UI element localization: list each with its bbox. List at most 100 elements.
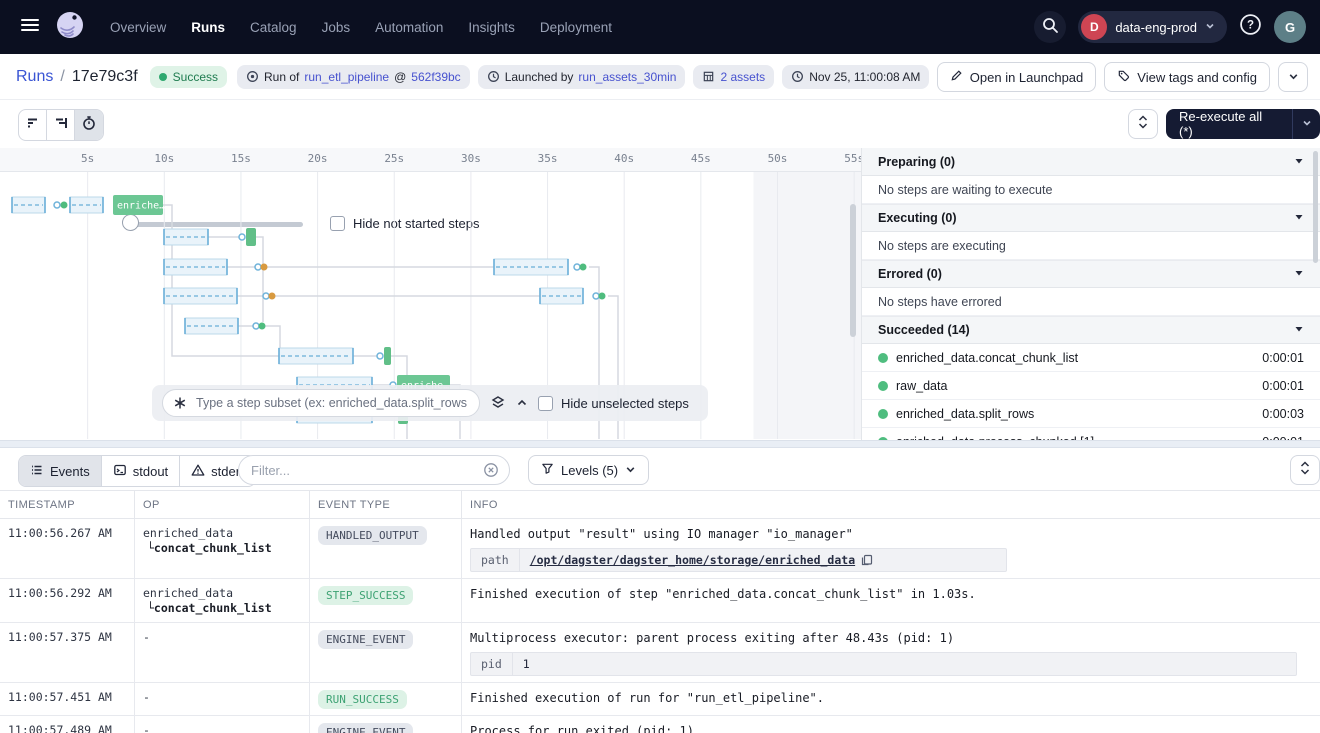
svg-text:enriche…: enriche… (117, 201, 165, 212)
collapse-section-icon[interactable] (1294, 153, 1304, 171)
dagster-logo[interactable] (52, 9, 88, 45)
axis-tick-label: 35s (534, 152, 562, 165)
tag-link[interactable]: 562f39bc (411, 70, 460, 84)
launched-by-tag[interactable]: Launched by run_assets_30min (478, 65, 686, 89)
event-metadata-box: path/opt/dagster/dagster_home/storage/en… (470, 548, 1007, 572)
log-tabs: Eventsstdoutstderr (18, 455, 256, 487)
reexecute-options-button[interactable] (1292, 109, 1320, 139)
run-id: 17e79c3f (72, 68, 138, 86)
hamburger-menu-icon[interactable] (16, 13, 44, 41)
step-duration: 0:00:03 (1262, 407, 1304, 421)
panel-section-header[interactable]: Errored (0) (862, 260, 1320, 288)
copy-icon[interactable] (861, 554, 873, 566)
view-tags-config-button[interactable]: View tags and config (1104, 62, 1270, 92)
gantt-chart[interactable]: enriche…enriche… Hide unselected steps (0, 172, 861, 439)
help-button[interactable]: ? (1239, 13, 1262, 41)
panel-scrollbar[interactable] (1313, 151, 1318, 263)
more-run-actions-button[interactable] (1278, 62, 1308, 92)
event-timestamp: 11:00:57.375 AM (0, 623, 135, 682)
top-nav: Overview Runs Catalog Jobs Automation Insight… (0, 0, 1320, 54)
panel-section-header[interactable]: Preparing (0) (862, 148, 1320, 176)
succeeded-step-row[interactable]: enriched_data.process_chunked [1]0:00:01 (862, 428, 1320, 440)
hide-unselected-checkbox[interactable] (538, 396, 553, 411)
open-in-launchpad-button[interactable]: Open in Launchpad (937, 62, 1096, 92)
clock-icon (791, 70, 804, 83)
nav-item-catalog[interactable]: Catalog (250, 20, 297, 35)
search-button[interactable] (1034, 11, 1066, 43)
metadata-link[interactable]: /opt/dagster/dagster_home/storage/enrich… (530, 553, 855, 567)
event-timestamp: 11:00:57.489 AM (0, 716, 135, 733)
collapse-section-icon[interactable] (1294, 321, 1304, 339)
reexecute-all-label: Re-execute all (*) (1166, 109, 1292, 139)
tab-events[interactable]: Events (19, 456, 102, 486)
tag-link[interactable]: run_etl_pipeline (304, 70, 389, 84)
view-waterfall-button[interactable] (47, 110, 75, 140)
tag-link[interactable]: 2 assets (720, 70, 765, 84)
collapse-section-icon[interactable] (1294, 209, 1304, 227)
log-filter-input[interactable] (249, 462, 483, 479)
metadata-key: path (471, 549, 520, 571)
event-timestamp: 11:00:56.267 AM (0, 519, 135, 578)
collapse-overlay-button[interactable] (516, 397, 528, 409)
nav-item-automation[interactable]: Automation (375, 20, 443, 35)
reexecute-all-button[interactable]: Re-execute all (*) (1166, 109, 1320, 139)
nav-item-runs[interactable]: Runs (191, 20, 225, 35)
clear-filter-button[interactable] (483, 462, 499, 478)
workspace-switcher[interactable]: D data-eng-prod (1078, 11, 1227, 43)
event-log-row[interactable]: 11:00:57.489 AM-ENGINE_EVENTProcess for … (0, 716, 1320, 733)
col-event-type[interactable]: EVENT TYPE (310, 491, 462, 518)
panel-section-header[interactable]: Succeeded (14) (862, 316, 1320, 344)
chevron-down-icon (1205, 18, 1215, 36)
col-timestamp[interactable]: TIMESTAMP (0, 491, 135, 518)
collapse-section-icon[interactable] (1294, 265, 1304, 283)
events-expand-button[interactable] (1290, 455, 1320, 485)
succeeded-step-row[interactable]: enriched_data.concat_chunk_list0:00:01 (862, 344, 1320, 372)
breadcrumb-runs-link[interactable]: Runs (16, 68, 53, 86)
user-avatar[interactable]: G (1274, 11, 1306, 43)
axis-tick-label: 30s (457, 152, 485, 165)
event-log-row[interactable]: 11:00:56.292 AMenriched_data└concat_chun… (0, 579, 1320, 623)
tab-stdout[interactable]: stdout (102, 456, 180, 486)
event-info-text: Finished execution of step "enriched_dat… (470, 586, 1312, 602)
step-subset-input[interactable] (194, 395, 469, 411)
col-info[interactable]: INFO (462, 491, 1320, 518)
nav-item-overview[interactable]: Overview (110, 20, 166, 35)
started-at-tag[interactable]: Nov 25, 11:00:08 AM (782, 65, 929, 89)
event-op: enriched_data└concat_chunk_list (135, 519, 310, 578)
panel-section-header[interactable]: Executing (0) (862, 204, 1320, 232)
assets-tag[interactable]: 2 assets (693, 65, 774, 89)
view-flat-button[interactable] (19, 110, 47, 140)
gantt-pane: 5s10s15s20s25s30s35s40s45s50s55s enriche… (0, 148, 862, 440)
nav-right-cluster: D data-eng-prod ? G (1034, 0, 1306, 54)
col-op[interactable]: OP (135, 491, 310, 518)
gantt-expand-button[interactable] (1128, 109, 1158, 139)
panel-empty-message: No steps have errored (862, 288, 1320, 316)
gantt-scrollbar[interactable] (850, 204, 856, 337)
pane-splitter[interactable] (0, 440, 1320, 448)
nav-item-jobs[interactable]: Jobs (322, 20, 351, 35)
event-type-badge: STEP_SUCCESS (318, 586, 413, 605)
succeeded-step-row[interactable]: raw_data0:00:01 (862, 372, 1320, 400)
levels-dropdown[interactable]: Levels (5) (528, 455, 649, 485)
run-of-tag[interactable]: Run of run_etl_pipeline @ 562f39bc (237, 65, 470, 89)
workspace-name: data-eng-prod (1115, 20, 1197, 35)
event-log-row[interactable]: 11:00:56.267 AMenriched_data└concat_chun… (0, 519, 1320, 579)
event-type-badge: HANDLED_OUTPUT (318, 526, 427, 545)
layers-button[interactable] (490, 395, 506, 411)
gantt-time-axis: 5s10s15s20s25s30s35s40s45s50s55s (0, 148, 861, 172)
grid-icon (702, 70, 715, 83)
clock-icon (487, 70, 500, 83)
tag-text: Run of (264, 70, 299, 84)
nav-item-insights[interactable]: Insights (468, 20, 515, 35)
terminal-icon (113, 463, 127, 480)
event-log-row[interactable]: 11:00:57.375 AM-ENGINE_EVENTMultiprocess… (0, 623, 1320, 683)
nav-item-deployment[interactable]: Deployment (540, 20, 612, 35)
event-type-badge: ENGINE_EVENT (318, 630, 413, 649)
event-log-row[interactable]: 11:00:57.451 AM-RUN_SUCCESSFinished exec… (0, 683, 1320, 716)
tag-link[interactable]: run_assets_30min (578, 70, 676, 84)
event-info-text: Multiprocess executor: parent process ex… (470, 630, 1312, 646)
view-timed-button[interactable] (75, 110, 103, 140)
succeeded-step-row[interactable]: enriched_data.split_rows0:00:03 (862, 400, 1320, 428)
hamburger-icon (19, 14, 41, 41)
events-toolbar: Eventsstdoutstderr Levels (5) (0, 448, 1320, 490)
